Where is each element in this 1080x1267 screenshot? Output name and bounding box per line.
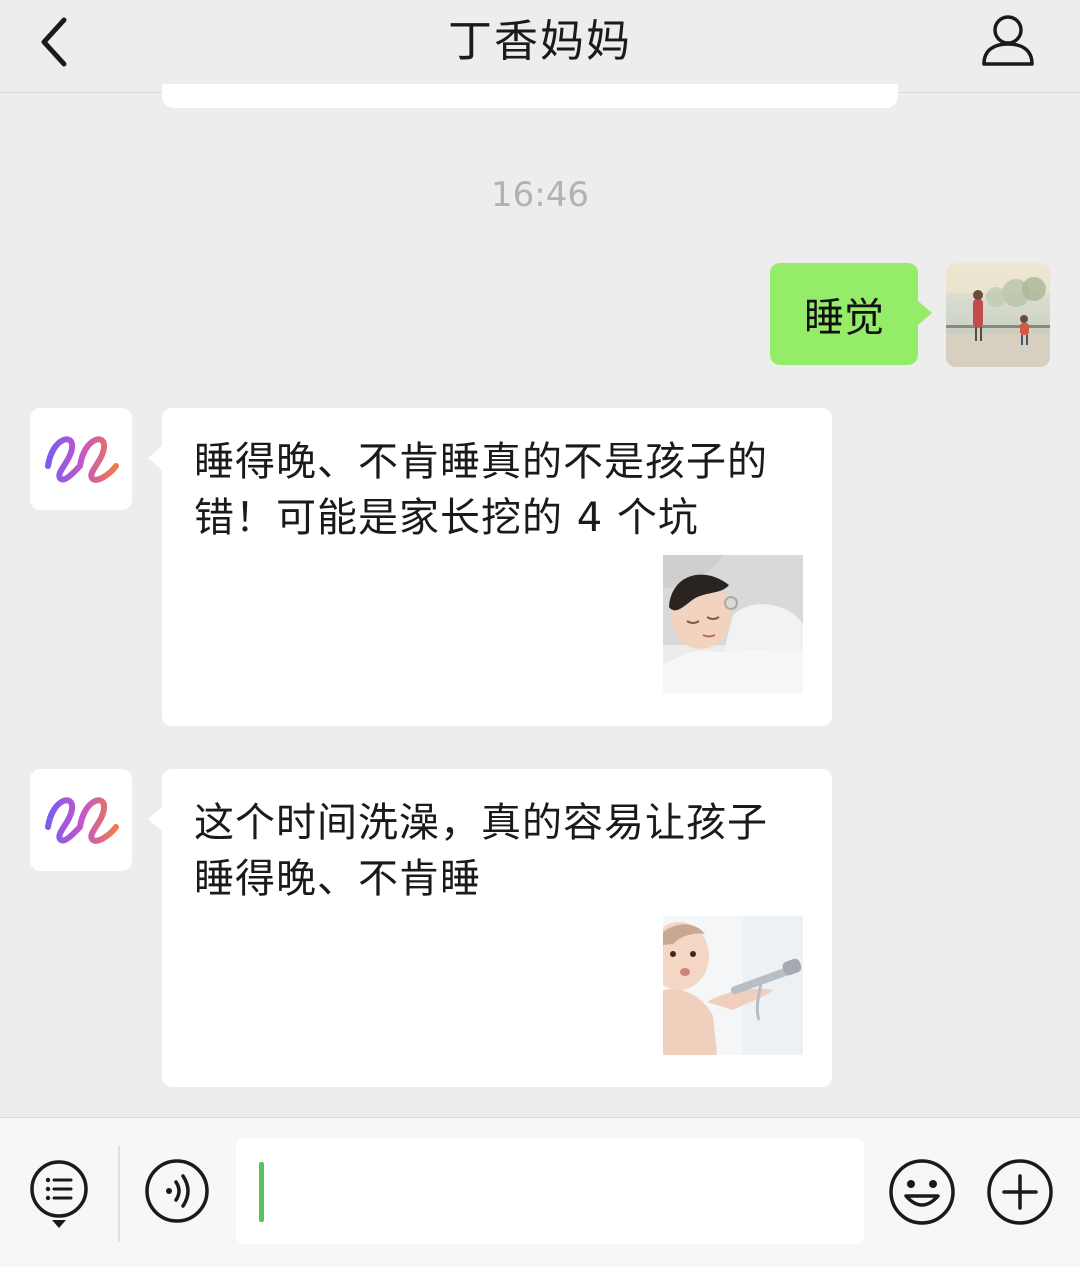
article-card[interactable]: 睡得晚、不肯睡真的不是孩子的错！可能是家长挖的 4 个坑 — [148, 408, 832, 726]
chat-header: 丁香妈妈 — [0, 0, 1080, 93]
previous-message-bubble[interactable] — [162, 84, 898, 108]
message-timestamp: 16:46 — [491, 175, 589, 215]
official-account-avatar[interactable] — [30, 769, 132, 871]
my-avatar[interactable] — [946, 263, 1050, 367]
outgoing-message-bubble[interactable]: 睡觉 — [770, 263, 932, 365]
bubble-tail — [918, 301, 932, 325]
chat-screen: 丁香妈妈 16:46 睡觉 睡得晚、不肯睡真的不是孩子的错！可能是家长挖的 4 … — [0, 0, 1080, 1267]
plus-button[interactable] — [986, 1158, 1054, 1226]
official-account-avatar[interactable] — [30, 408, 132, 510]
avatar-photo — [946, 263, 1050, 367]
profile-button[interactable] — [978, 12, 1038, 72]
bubble-tail — [148, 807, 162, 831]
dxy-logo-icon — [45, 436, 119, 483]
person-icon — [982, 15, 1034, 66]
bubble-tail — [148, 446, 162, 470]
article-title: 睡得晚、不肯睡真的不是孩子的错！可能是家长挖的 4 个坑 — [194, 439, 768, 541]
input-divider — [118, 1146, 120, 1242]
text-caret — [259, 1162, 264, 1222]
smiley-icon — [889, 1159, 955, 1225]
chat-title: 丁香妈妈 — [448, 16, 632, 67]
input-bar — [0, 1117, 1080, 1267]
menu-button[interactable] — [28, 1158, 90, 1230]
outgoing-message-text: 睡觉 — [804, 295, 884, 341]
message-input[interactable] — [236, 1138, 864, 1244]
voice-button[interactable] — [144, 1158, 210, 1224]
dxy-logo-icon — [45, 797, 119, 844]
article-card[interactable]: 这个时间洗澡，真的容易让孩子睡得晚、不肯睡 — [148, 769, 832, 1087]
plus-icon — [987, 1159, 1053, 1225]
article-title: 这个时间洗澡，真的容易让孩子睡得晚、不肯睡 — [194, 800, 768, 902]
sleeping-child-thumbnail — [663, 555, 803, 694]
emoji-button[interactable] — [888, 1158, 956, 1226]
list-menu-icon — [30, 1160, 88, 1228]
voice-icon — [145, 1159, 209, 1223]
bathing-baby-thumbnail — [663, 916, 803, 1055]
